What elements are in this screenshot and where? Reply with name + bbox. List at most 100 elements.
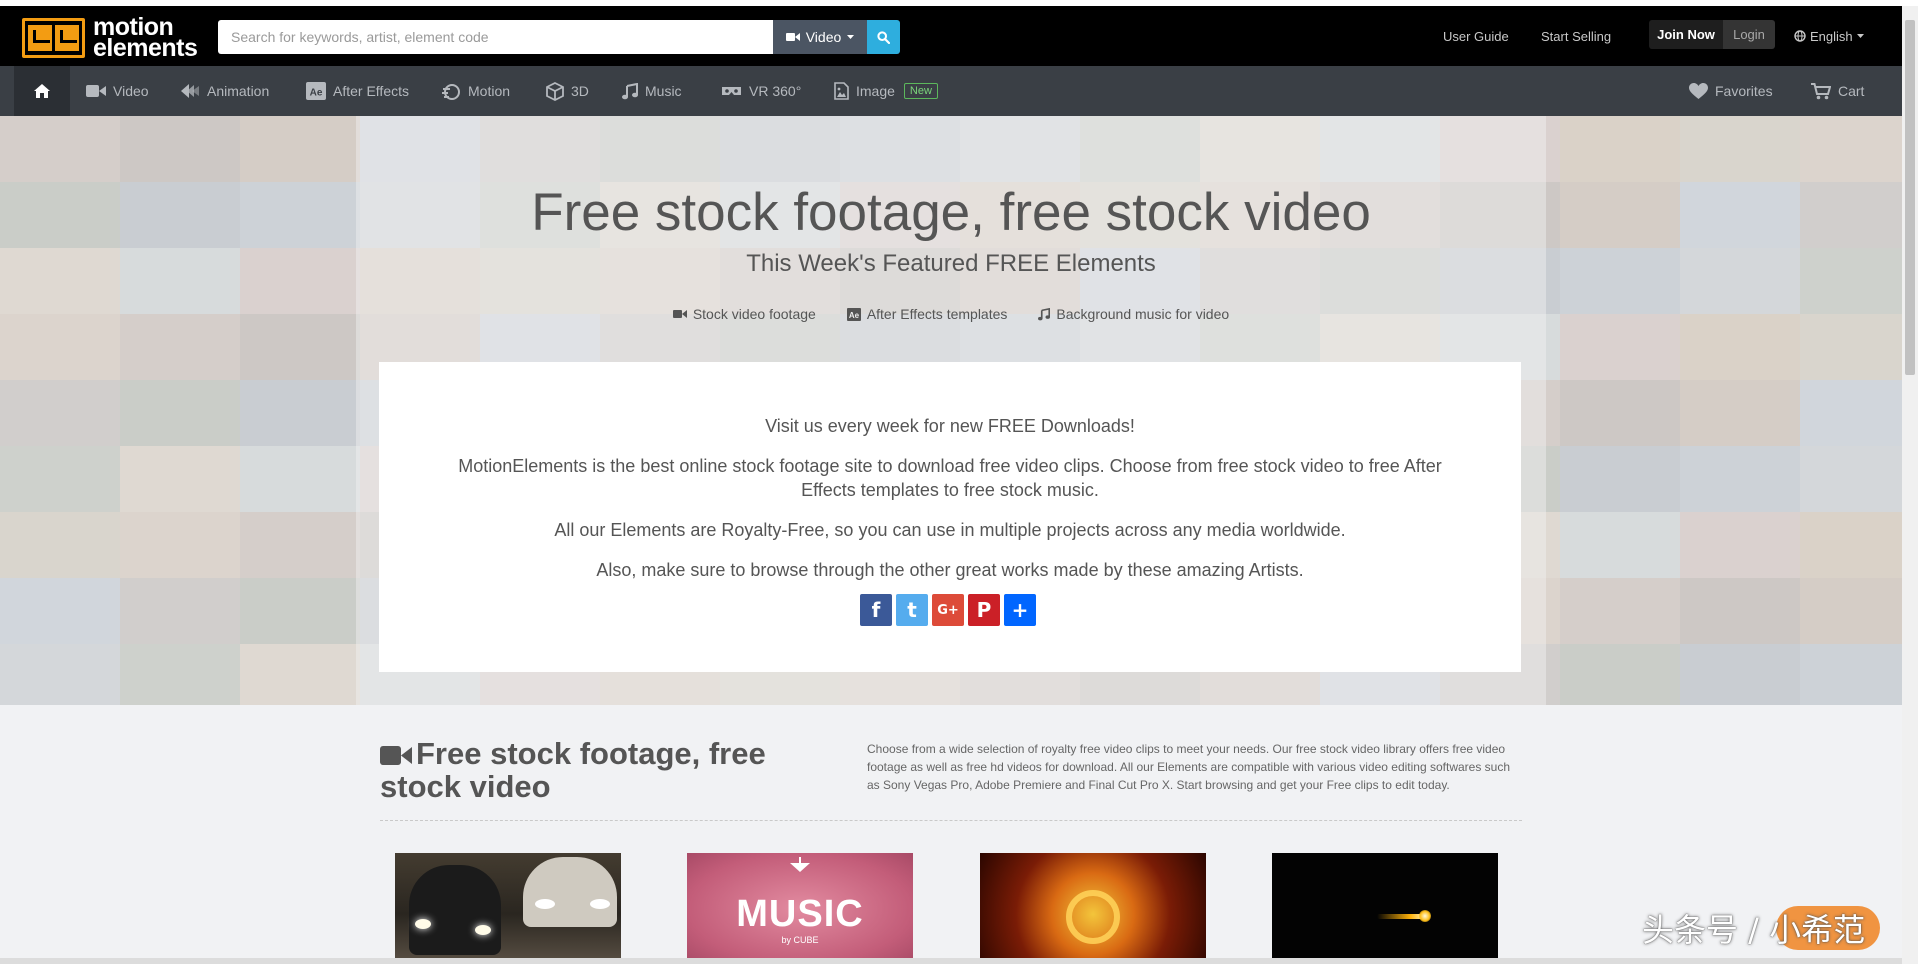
nav-item-label: 3D bbox=[571, 83, 589, 99]
svg-text:Ae: Ae bbox=[849, 311, 860, 320]
headlight bbox=[415, 919, 431, 929]
hero-category-links: Stock video footage Ae After Effects tem… bbox=[0, 306, 1902, 322]
link-stock-video-footage[interactable]: Stock video footage bbox=[672, 306, 816, 322]
video-camera-icon bbox=[86, 85, 106, 97]
nav-item-vr360[interactable]: VR 360° bbox=[721, 66, 801, 116]
nav-item-label: After Effects bbox=[333, 83, 409, 99]
hero-banner: Free stock footage, free stock video Thi… bbox=[0, 116, 1902, 705]
section-description: Choose from a wide selection of royalty … bbox=[867, 742, 1511, 792]
facebook-icon[interactable]: f bbox=[860, 594, 892, 626]
motion-icon bbox=[442, 83, 460, 100]
nav-item-image[interactable]: Image New bbox=[834, 66, 938, 116]
section-title: Free stock footage, free stock video bbox=[380, 737, 840, 803]
nav-item-motion[interactable]: Motion bbox=[442, 66, 510, 116]
user-guide-link[interactable]: User Guide bbox=[1443, 6, 1509, 66]
nav-item-video[interactable]: Video bbox=[86, 66, 149, 116]
arrow-down-icon bbox=[790, 857, 810, 872]
caret-down-icon bbox=[1856, 34, 1864, 38]
social-share-buttons: f t G+ P + bbox=[860, 594, 1036, 626]
link-label: After Effects templates bbox=[866, 306, 1008, 322]
cube-icon bbox=[546, 81, 564, 101]
thumbnail-light-streak[interactable] bbox=[1272, 853, 1498, 964]
video-camera-icon bbox=[672, 310, 687, 318]
search-type-dropdown[interactable]: Video bbox=[773, 20, 867, 54]
watermark-text: 头条号 / 小希范 bbox=[1642, 911, 1866, 949]
thumbnail-fire-ring[interactable] bbox=[980, 853, 1206, 964]
card-text-2: MotionElements is the best online stock … bbox=[458, 456, 1442, 500]
thumbnail-music-by-cube[interactable]: MUSIC by CUBE bbox=[687, 853, 913, 964]
top-bar: motion elements Video bbox=[0, 6, 1902, 66]
favorites-label: Favorites bbox=[1715, 83, 1773, 99]
link-background-music[interactable]: Background music for video bbox=[1038, 306, 1229, 322]
login-button[interactable]: Login bbox=[1723, 20, 1775, 49]
after-effects-icon: Ae bbox=[846, 307, 861, 321]
logo-mark-icon bbox=[22, 18, 85, 58]
link-label: Background music for video bbox=[1056, 306, 1230, 322]
nav-cart[interactable]: Cart bbox=[1811, 66, 1864, 116]
nav-item-label: Motion bbox=[468, 83, 511, 99]
nav-item-animation[interactable]: Animation bbox=[181, 66, 269, 116]
after-effects-icon: Ae bbox=[306, 82, 326, 100]
heart-icon bbox=[1689, 82, 1708, 99]
nav-item-after-effects[interactable]: Ae After Effects bbox=[306, 66, 409, 116]
card-text-4: Also, make sure to browse through the ot… bbox=[596, 560, 1304, 580]
search-bar: Video bbox=[218, 20, 900, 54]
nav-item-3d[interactable]: 3D bbox=[546, 66, 589, 116]
nav-item-music[interactable]: Music bbox=[622, 66, 682, 116]
join-now-button[interactable]: Join Now bbox=[1649, 20, 1723, 49]
headlight bbox=[590, 899, 610, 909]
info-card: Visit us every week for new FREE Downloa… bbox=[379, 362, 1521, 672]
scrollbar-thumb[interactable] bbox=[1905, 20, 1915, 375]
car-shape bbox=[523, 857, 617, 927]
search-icon bbox=[877, 30, 890, 44]
home-icon bbox=[34, 84, 50, 98]
nav-item-label: VR 360° bbox=[749, 83, 802, 99]
image-icon bbox=[834, 82, 849, 100]
new-badge: New bbox=[903, 83, 938, 99]
animation-icon bbox=[181, 84, 199, 98]
section-divider bbox=[380, 820, 1522, 821]
google-plus-icon[interactable]: G+ bbox=[932, 594, 964, 626]
search-input[interactable] bbox=[218, 20, 773, 54]
category-nav: Video Animation Ae After Effects Motion … bbox=[0, 66, 1902, 116]
ring-shape bbox=[1066, 890, 1120, 944]
cart-icon bbox=[1811, 82, 1831, 99]
thumbnail-subtitle: by CUBE bbox=[781, 935, 819, 945]
logo-text: motion elements bbox=[93, 15, 198, 61]
video-camera-icon bbox=[380, 746, 412, 765]
light-streak-head bbox=[1419, 910, 1431, 922]
nav-item-label: Image bbox=[856, 83, 895, 99]
nav-item-label: Animation bbox=[207, 83, 270, 99]
nav-item-label: Music bbox=[645, 83, 682, 99]
site-logo[interactable]: motion elements bbox=[22, 15, 198, 61]
twitter-icon[interactable]: t bbox=[896, 594, 928, 626]
thumbnail-title: MUSIC bbox=[736, 893, 864, 935]
svg-text:Ae: Ae bbox=[310, 88, 323, 99]
share-plus-icon[interactable]: + bbox=[1004, 594, 1036, 626]
card-text-1: Visit us every week for new FREE Downloa… bbox=[765, 416, 1135, 436]
card-text-3: All our Elements are Royalty-Free, so yo… bbox=[554, 520, 1346, 540]
vr-icon bbox=[722, 87, 741, 95]
pinterest-icon[interactable]: P bbox=[968, 594, 1000, 626]
language-label: English bbox=[1810, 28, 1853, 44]
thumbnail-cars[interactable] bbox=[395, 853, 621, 964]
hero-title: Free stock footage, free stock video bbox=[531, 183, 1371, 242]
globe-icon bbox=[1794, 30, 1806, 42]
search-button[interactable] bbox=[867, 20, 900, 54]
start-selling-link[interactable]: Start Selling bbox=[1541, 6, 1611, 66]
car-shape bbox=[409, 865, 501, 955]
user-guide-label: User Guide bbox=[1443, 28, 1509, 44]
headlight bbox=[475, 925, 491, 935]
link-after-effects-templates[interactable]: Ae After Effects templates bbox=[846, 306, 1008, 322]
nav-home[interactable] bbox=[14, 66, 70, 116]
nav-favorites[interactable]: Favorites bbox=[1689, 66, 1773, 116]
free-footage-section: Free stock footage, free stock video Cho… bbox=[0, 705, 1902, 964]
light-streak bbox=[1377, 914, 1425, 919]
music-note-icon bbox=[622, 82, 638, 99]
window-bottom-strip bbox=[0, 958, 1902, 964]
section-title-text: Free stock footage, free stock video bbox=[380, 736, 766, 804]
language-selector[interactable]: English bbox=[1794, 6, 1864, 66]
caret-down-icon bbox=[847, 35, 855, 39]
music-note-icon bbox=[1038, 307, 1051, 320]
hero-subtitle: This Week's Featured FREE Elements bbox=[746, 250, 1156, 277]
